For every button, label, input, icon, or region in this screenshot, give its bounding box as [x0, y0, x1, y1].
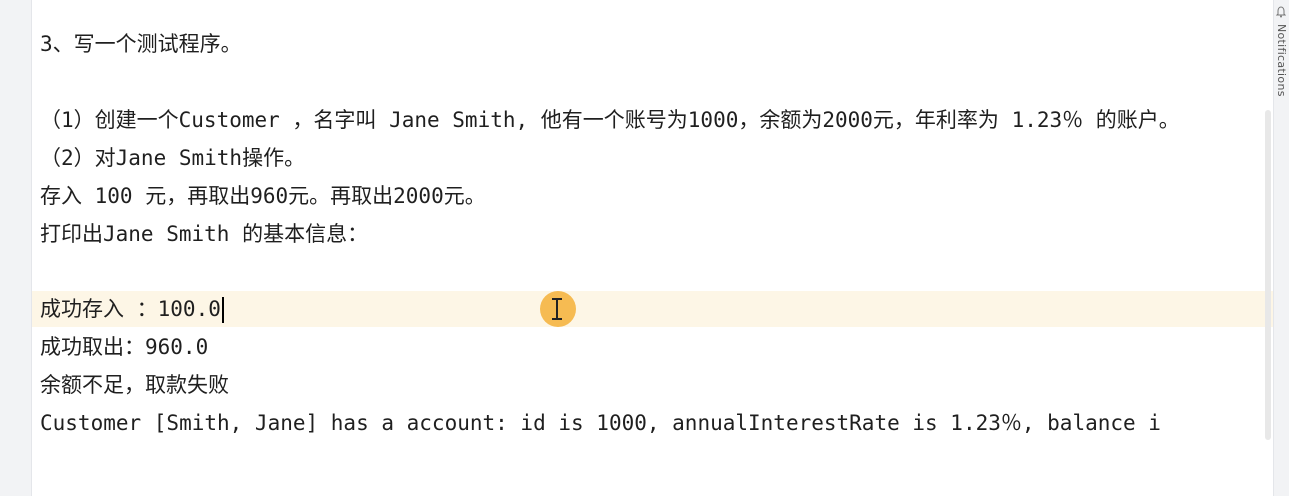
mouse-cursor-highlight [540, 291, 576, 327]
ibeam-cursor-icon [552, 298, 562, 320]
editor-line-current[interactable]: 成功存入 ：100.0 [40, 291, 224, 327]
notifications-tab[interactable]: Notifications [1275, 24, 1288, 97]
editor-line-text: 成功存入 ：100.0 [40, 297, 221, 321]
text-caret [221, 297, 224, 323]
bell-icon[interactable] [1276, 6, 1286, 18]
editor-line[interactable]: 存入 100 元，再取出960元。再取出2000元。 [40, 178, 486, 214]
editor-line[interactable]: Customer [Smith, Jane] has a account: id… [40, 405, 1161, 441]
editor-gutter [0, 0, 32, 496]
editor-line[interactable]: （2）对Jane Smith操作。 [40, 140, 305, 176]
editor-line[interactable]: 余额不足，取款失败 [40, 367, 229, 403]
notifications-panel-strip[interactable]: Notifications [1273, 0, 1289, 496]
editor-line[interactable]: 成功取出：960.0 [40, 329, 208, 365]
vertical-scrollbar[interactable] [1263, 0, 1273, 496]
editor-line[interactable]: （1）创建一个Customer ，名字叫 Jane Smith, 他有一个账号为… [40, 102, 1180, 138]
editor-line[interactable]: 打印出Jane Smith 的基本信息： [40, 216, 368, 252]
text-editor[interactable]: 3、写一个测试程序。 （1）创建一个Customer ，名字叫 Jane Smi… [32, 0, 1274, 496]
scrollbar-thumb[interactable] [1265, 110, 1271, 440]
editor-line[interactable]: 3、写一个测试程序。 [40, 26, 242, 62]
